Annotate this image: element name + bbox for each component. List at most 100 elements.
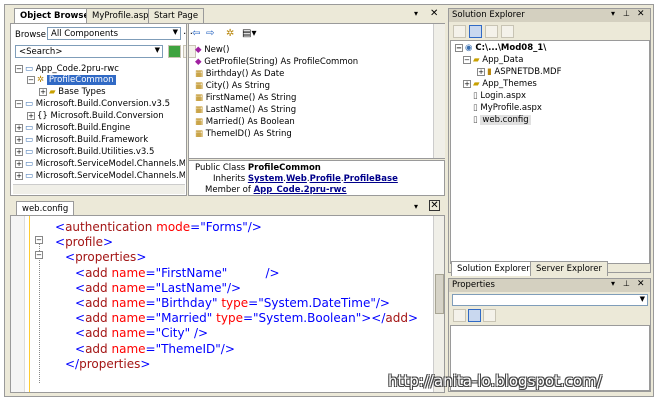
tree-item-build-conversion[interactable]: +{} Microsoft.Build.Conversion: [27, 111, 164, 121]
member-item[interactable]: ▦ City() As String: [195, 81, 270, 91]
tab-server-explorer[interactable]: Server Explorer: [530, 261, 608, 276]
close-icon[interactable]: ✕: [637, 279, 645, 289]
property-icon: ▦: [195, 81, 204, 91]
inherits-link-profilebase[interactable]: ProfileBase: [344, 174, 398, 184]
search-input[interactable]: <Search> ▼: [15, 45, 163, 58]
tab-web-config[interactable]: web.config: [16, 201, 75, 216]
code-line[interactable]: <properties>: [65, 250, 146, 264]
member-item[interactable]: ◆ New(): [195, 45, 229, 55]
member-of-link[interactable]: App_Code.2pru-rwc: [254, 185, 347, 195]
close-icon[interactable]: ✕: [430, 8, 438, 19]
solution-item-login[interactable]: ▯ Login.aspx: [473, 91, 526, 101]
add-reference-icon[interactable]: ✲: [226, 28, 234, 39]
property-pages-icon[interactable]: [483, 309, 496, 322]
collapse-icon[interactable]: −: [15, 64, 23, 73]
code-editor[interactable]: − − <authentication mode="Forms"/> <profi…: [10, 215, 445, 393]
tree-item-servicemodel-mail[interactable]: + ▭ Microsoft.ServiceModel.Channels.Mail: [15, 159, 185, 169]
collapse-icon[interactable]: −: [15, 99, 23, 108]
document-tab-strip: Object Browser MyProfile.aspx Start Page…: [6, 8, 444, 23]
back-arrow-icon[interactable]: ⇦: [192, 28, 200, 39]
expand-icon[interactable]: +: [39, 87, 47, 96]
properties-icon[interactable]: [453, 25, 466, 38]
description-splitter[interactable]: [189, 158, 445, 161]
chevron-down-icon: ▼: [639, 295, 645, 303]
expand-icon[interactable]: +: [15, 135, 23, 144]
close-icon[interactable]: ✕: [429, 200, 440, 211]
search-go-icon[interactable]: [168, 45, 181, 58]
tree-item-build-engine[interactable]: + ▭ Microsoft.Build.Engine: [15, 123, 130, 133]
collapse-icon[interactable]: −: [463, 55, 471, 64]
view-designer-icon[interactable]: [501, 25, 514, 38]
inherits-link-system[interactable]: System: [248, 174, 283, 184]
editor-scrollbar[interactable]: [433, 216, 444, 392]
code-token: <: [75, 280, 86, 295]
tab-start-page[interactable]: Start Page: [148, 8, 205, 23]
dropdown-icon[interactable]: ▾: [611, 279, 615, 288]
code-line[interactable]: <add name="Birthday" type="System.DateTi…: [75, 296, 390, 310]
code-token: add: [85, 311, 108, 326]
member-item[interactable]: ▦ LastName() As String: [195, 105, 296, 115]
code-line[interactable]: <authentication mode="Forms"/>: [55, 220, 262, 234]
expand-icon[interactable]: +: [463, 79, 471, 88]
folder-icon: ▰: [473, 55, 480, 65]
window-list-icon[interactable]: ▾: [414, 9, 418, 18]
show-all-files-icon[interactable]: [469, 25, 482, 38]
code-line[interactable]: <profile>: [55, 235, 113, 249]
code-line[interactable]: <add name="City" />: [75, 326, 208, 340]
code-line[interactable]: <add name="Married" type="System.Boolean…: [75, 311, 418, 325]
tree-horizontal-scrollbar[interactable]: [13, 184, 185, 194]
solution-root[interactable]: − ◉ C:\...\Mod08_1\: [455, 43, 546, 53]
expand-icon[interactable]: +: [15, 159, 23, 168]
alphabetical-icon[interactable]: [468, 309, 481, 322]
expand-icon[interactable]: +: [15, 171, 23, 180]
tree-item-build-utilities[interactable]: + ▭ Microsoft.Build.Utilities.v3.5: [15, 147, 154, 157]
solution-item-aspnetdb[interactable]: + ▮ ASPNETDB.MDF: [477, 67, 562, 77]
code-line[interactable]: <add name="FirstName" />: [75, 266, 280, 280]
member-item[interactable]: ▦ Married() As Boolean: [195, 117, 295, 127]
code-line[interactable]: </properties>: [65, 357, 150, 371]
tree-item-profilecommon[interactable]: − ✲ ProfileCommon: [27, 75, 116, 85]
solution-item-app-themes[interactable]: + ▰ App_Themes: [463, 79, 537, 89]
member-item[interactable]: ▦ Birthday() As Date: [195, 69, 284, 79]
inherits-link-profile[interactable]: Profile: [310, 174, 341, 184]
tree-item-build-conversion-v35[interactable]: − ▭ Microsoft.Build.Conversion.v3.5: [15, 99, 170, 109]
assembly-icon: ▭: [25, 159, 34, 169]
tree-item-app-code[interactable]: − ▭ App_Code.2pru-rwc: [15, 64, 119, 74]
member-item[interactable]: ▦ FirstName() As String: [195, 93, 296, 103]
tree-item-base-types[interactable]: + ▰ Base Types: [39, 87, 106, 97]
forward-arrow-icon[interactable]: ⇨: [206, 28, 214, 39]
refresh-icon[interactable]: [485, 25, 498, 38]
member-item[interactable]: ◆ GetProfile(String) As ProfileCommon: [195, 57, 358, 67]
solution-item-web-config[interactable]: ▯ web.config: [473, 115, 531, 125]
pin-icon[interactable]: ⊥: [623, 279, 630, 288]
solution-item-app-data[interactable]: − ▰ App_Data: [463, 55, 523, 65]
expand-icon[interactable]: +: [15, 147, 23, 156]
expand-icon[interactable]: +: [15, 123, 23, 132]
expand-icon[interactable]: +: [27, 111, 35, 120]
solution-item-myprofile[interactable]: ▯ MyProfile.aspx: [473, 103, 542, 113]
settings-icon[interactable]: ▤▾: [242, 28, 256, 39]
pane-splitter[interactable]: [186, 24, 189, 196]
expand-icon[interactable]: +: [477, 67, 485, 76]
pin-icon[interactable]: ⊥: [623, 9, 630, 18]
close-icon[interactable]: ✕: [637, 9, 645, 19]
dropdown-icon[interactable]: ▾: [611, 9, 615, 18]
scroll-thumb[interactable]: [435, 274, 444, 314]
tree-item-build-framework[interactable]: + ▭ Microsoft.Build.Framework: [15, 135, 148, 145]
collapse-icon[interactable]: −: [35, 236, 43, 244]
members-scrollbar[interactable]: [433, 24, 445, 158]
code-line[interactable]: <add name="LastName"/>: [75, 281, 241, 295]
tab-solution-explorer[interactable]: Solution Explorer: [451, 261, 536, 276]
collapse-icon[interactable]: −: [455, 43, 463, 52]
collapse-icon[interactable]: −: [35, 251, 43, 259]
tree-item-servicemodel-mail-e[interactable]: +▭ Microsoft.ServiceModel.Channels.Mail.…: [15, 171, 185, 181]
inherits-link-web[interactable]: Web: [286, 174, 307, 184]
collapse-icon[interactable]: −: [27, 75, 35, 84]
browse-select[interactable]: All Components ▼: [47, 27, 181, 40]
code-line[interactable]: <add name="ThemeID"/>: [75, 342, 235, 356]
window-list-icon[interactable]: ▾: [414, 202, 418, 211]
member-item[interactable]: ▦ ThemeID() As String: [195, 129, 292, 139]
object-selector[interactable]: ▼: [452, 294, 648, 306]
categorized-icon[interactable]: [453, 309, 466, 322]
tree-item-label: App_Code.2pru-rwc: [35, 64, 119, 74]
